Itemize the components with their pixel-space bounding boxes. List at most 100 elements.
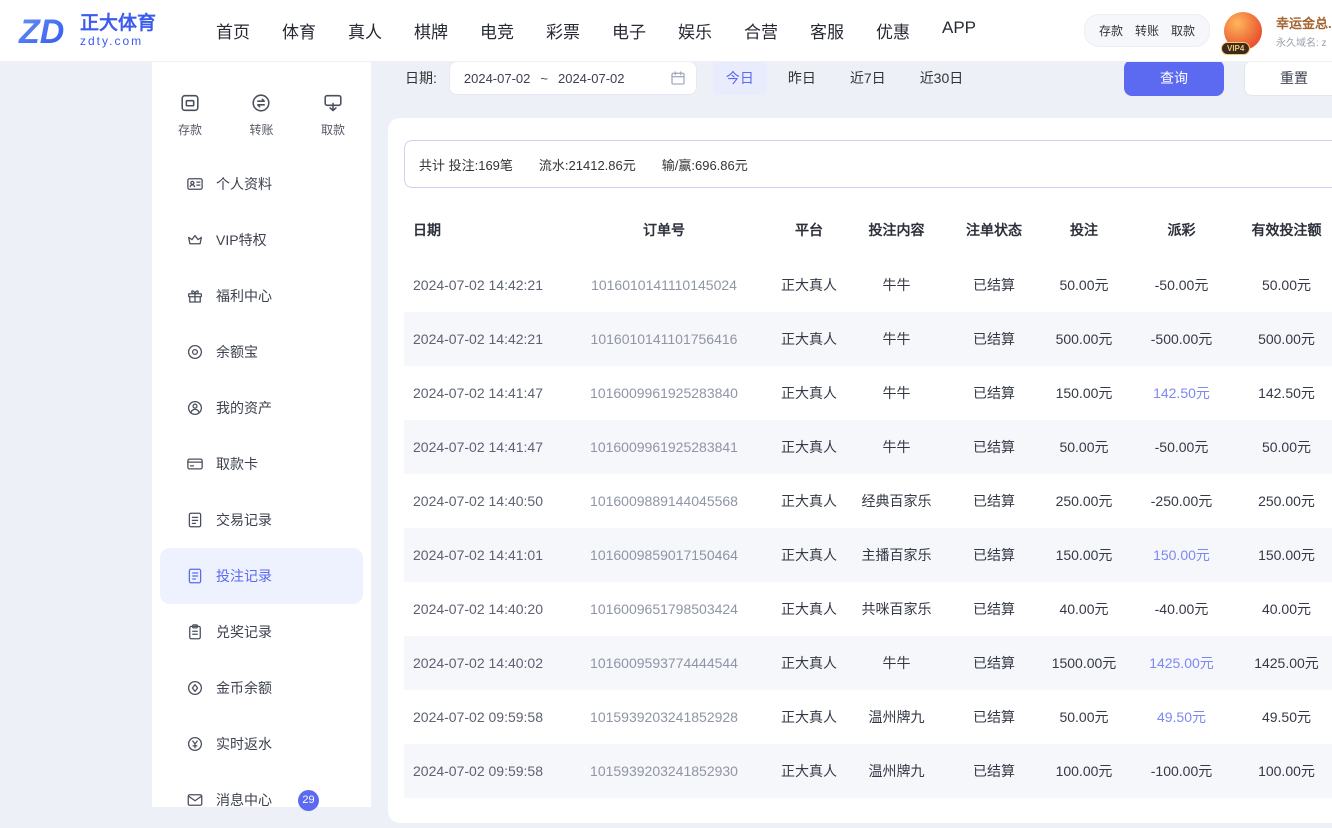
sidebar-menu: 个人资料 VIP特权福利中心余额宝我的资产取款卡交易记录投注记录兑奖记录金币余额实… (152, 156, 371, 828)
bet-records-table: 日期订单号平台投注内容注单状态投注派彩有效投注额 2024-07-02 14:4… (404, 202, 1332, 798)
summary-turnover: 流水:21412.86元 (539, 155, 636, 174)
nav-item[interactable]: 真人 (348, 18, 382, 43)
sidebar-item[interactable]: 我的资产 (160, 380, 363, 436)
nav-item[interactable]: 优惠 (876, 18, 910, 43)
mail-icon (186, 791, 204, 809)
sidebar-item[interactable]: 个人资料 (160, 156, 363, 212)
cell-date: 2024-07-02 14:40:20 (404, 601, 554, 617)
sidebar-item[interactable]: 金币余额 (160, 660, 363, 716)
nav-item[interactable]: 电子 (612, 18, 646, 43)
cell-order-number: 1016010141101756416 (554, 331, 774, 347)
cell-status: 已结算 (949, 491, 1039, 511)
cell-bet-amount: 1500.00元 (1039, 653, 1129, 673)
column-header: 订单号 (554, 220, 774, 240)
date-end: 2024-07-02 (558, 71, 625, 86)
deposit-icon (179, 92, 201, 114)
cell-platform: 正大真人 (774, 383, 844, 403)
column-header: 投注内容 (844, 220, 949, 240)
nav-item[interactable]: 客服 (810, 18, 844, 43)
query-button[interactable]: 查询 (1124, 60, 1224, 96)
quick-action-label: 存款 (178, 121, 202, 138)
quick-action[interactable]: 存款 (178, 92, 202, 138)
cell-valid-amount: 50.00元 (1234, 437, 1332, 457)
main-content: 日期: 2024-07-02 ~ 2024-07-02 今日昨日近7日近30日 … (372, 62, 1332, 807)
sidebar-item-label: VIP特权 (216, 230, 267, 250)
sidebar-item-label: 余额宝 (216, 342, 258, 362)
quick-range-option[interactable]: 近30日 (907, 61, 977, 95)
nav-item[interactable]: 合营 (744, 18, 778, 43)
nav-item[interactable]: 娱乐 (678, 18, 712, 43)
column-header: 平台 (774, 220, 844, 240)
calendar-icon[interactable] (670, 70, 686, 86)
cell-bet-amount: 150.00元 (1039, 383, 1129, 403)
column-header: 日期 (404, 220, 554, 240)
sidebar-item-label: 个人资料 (216, 174, 272, 194)
profile-card-icon (186, 175, 204, 193)
cell-bet-amount: 500.00元 (1039, 329, 1129, 349)
cell-valid-amount: 250.00元 (1234, 491, 1332, 511)
sidebar: 存款 转账 取款 个人资料 VIP特权福利中心余额宝我的资产取款卡交易记录投注记录兑奖… (152, 62, 372, 807)
cell-bet-content: 牛牛 (844, 275, 949, 295)
cell-platform: 正大真人 (774, 599, 844, 619)
quick-action[interactable]: 取款 (321, 92, 345, 138)
nav-item[interactable]: 首页 (216, 18, 250, 43)
nav-item[interactable]: APP (942, 18, 976, 43)
quick-range-option[interactable]: 今日 (713, 61, 767, 95)
cell-status: 已结算 (949, 653, 1039, 673)
cell-date: 2024-07-02 09:59:58 (404, 709, 554, 725)
transfer-icon (250, 92, 272, 114)
cell-payout: -40.00元 (1129, 599, 1234, 619)
sidebar-item-label: 实时返水 (216, 734, 272, 754)
cell-platform: 正大真人 (774, 761, 844, 781)
user-avatar[interactable]: VIP4 (1224, 12, 1262, 50)
sidebar-item[interactable]: 交易记录 (160, 492, 363, 548)
cell-platform: 正大真人 (774, 653, 844, 673)
date-separator: ~ (540, 71, 548, 86)
sidebar-item[interactable]: VIP特权 (160, 212, 363, 268)
table-body: 2024-07-02 14:42:211016010141110145024正大… (404, 258, 1332, 798)
nav-item[interactable]: 棋牌 (414, 18, 448, 43)
quick-range-option[interactable]: 昨日 (775, 61, 829, 95)
wallet-link[interactable]: 取款 (1171, 22, 1195, 39)
coin-icon (186, 343, 204, 361)
quick-range-option[interactable]: 近7日 (837, 61, 899, 95)
wallet-link[interactable]: 存款 (1099, 22, 1123, 39)
cell-bet-amount: 150.00元 (1039, 545, 1129, 565)
cell-payout: -50.00元 (1129, 437, 1234, 457)
cell-date: 2024-07-02 14:40:02 (404, 655, 554, 671)
sidebar-item[interactable]: 消息中心29 (160, 772, 363, 828)
table-row: 2024-07-02 14:42:211016010141101756416正大… (404, 312, 1332, 366)
table-header: 日期订单号平台投注内容注单状态投注派彩有效投注额 (404, 202, 1332, 258)
sidebar-item[interactable]: 福利中心 (160, 268, 363, 324)
brand-logo[interactable]: ZD 正大体育 zdty.com (0, 10, 196, 52)
user-name: 幸运金总... (1276, 13, 1332, 32)
nav-item[interactable]: 电竞 (480, 18, 514, 43)
navbar-right: 存款转账取款 VIP4 幸运金总... 永久域名: z (1084, 12, 1332, 50)
cell-bet-content: 经典百家乐 (844, 491, 949, 511)
nav-item[interactable]: 彩票 (546, 18, 580, 43)
cell-payout: 150.00元 (1129, 545, 1234, 565)
cell-date: 2024-07-02 14:41:47 (404, 439, 554, 455)
sidebar-item[interactable]: 兑奖记录 (160, 604, 363, 660)
sidebar-item[interactable]: 余额宝 (160, 324, 363, 380)
sidebar-item[interactable]: 取款卡 (160, 436, 363, 492)
table-row: 2024-07-02 14:40:201016009651798503424正大… (404, 582, 1332, 636)
wallet-link[interactable]: 转账 (1135, 22, 1159, 39)
quick-action[interactable]: 转账 (249, 92, 273, 138)
reset-button[interactable]: 重置 (1244, 60, 1332, 96)
cell-payout: -50.00元 (1129, 275, 1234, 295)
quick-action-label: 转账 (249, 121, 273, 138)
cell-order-number: 1015939203241852930 (554, 763, 774, 779)
nav-item[interactable]: 体育 (282, 18, 316, 43)
cell-bet-amount: 50.00元 (1039, 707, 1129, 727)
sidebar-item[interactable]: 实时返水 (160, 716, 363, 772)
brand-name: 正大体育 (80, 13, 156, 35)
cell-date: 2024-07-02 09:59:58 (404, 763, 554, 779)
sidebar-quick-actions: 存款 转账 取款 (152, 92, 371, 138)
cell-order-number: 1016009593774444544 (554, 655, 774, 671)
bank-card-icon (186, 455, 204, 473)
sidebar-item[interactable]: 投注记录 (160, 548, 363, 604)
cell-order-number: 1016009961925283840 (554, 385, 774, 401)
cell-status: 已结算 (949, 761, 1039, 781)
date-range-input[interactable]: 2024-07-02 ~ 2024-07-02 (449, 61, 697, 95)
